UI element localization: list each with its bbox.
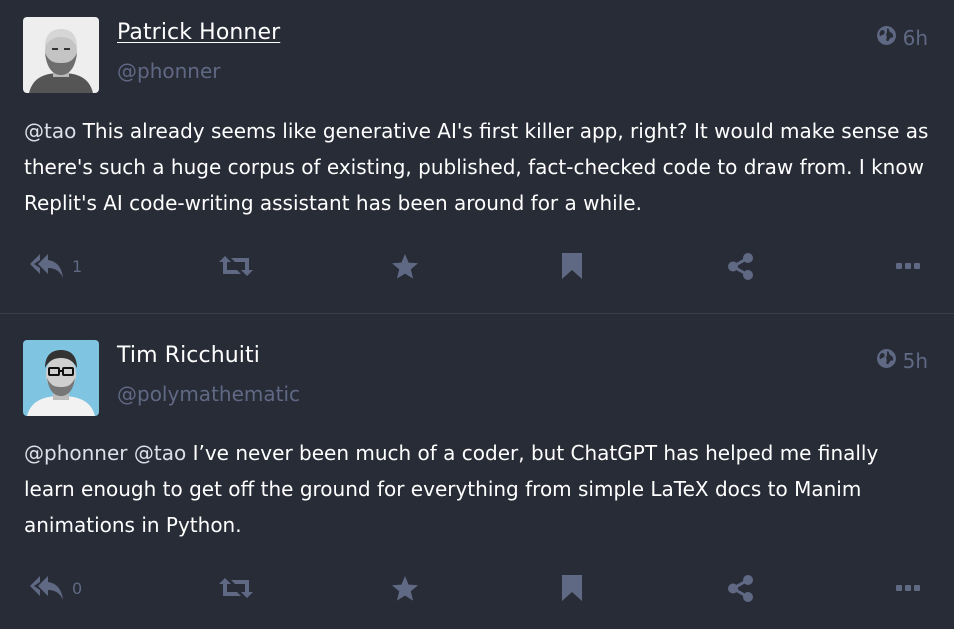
ellipsis-icon	[896, 262, 920, 270]
display-name[interactable]: Tim Ricchuiti	[117, 343, 260, 368]
account-handle[interactable]: @polymathematic	[117, 382, 300, 406]
relative-time: 6h	[902, 26, 928, 50]
avatar-photo-icon	[23, 340, 99, 416]
avatar[interactable]	[23, 340, 99, 416]
display-name[interactable]: Patrick Honner	[117, 20, 280, 45]
status-meta[interactable]: 6h	[876, 25, 928, 51]
status-post: Patrick Honner @phonner 6h @tao This alr…	[0, 0, 954, 314]
bookmark-icon	[561, 574, 583, 602]
reply-all-icon	[30, 252, 64, 280]
reply-count: 0	[72, 578, 83, 598]
bookmark-button[interactable]	[561, 247, 583, 285]
boost-button[interactable]	[219, 247, 253, 285]
avatar-photo-icon	[23, 17, 99, 93]
status-meta[interactable]: 5h	[876, 348, 928, 374]
boost-icon	[219, 254, 253, 278]
star-icon	[391, 575, 419, 602]
share-button[interactable]	[727, 569, 754, 607]
share-icon	[727, 574, 754, 602]
share-button[interactable]	[727, 247, 754, 285]
favourite-button[interactable]	[391, 569, 419, 607]
more-options-button[interactable]	[896, 247, 920, 285]
mention-link[interactable]: @tao	[134, 441, 186, 465]
favourite-button[interactable]	[391, 247, 419, 285]
reply-all-icon	[30, 574, 64, 602]
status-text: This already seems like generative AI's …	[24, 119, 929, 215]
account-handle[interactable]: @phonner	[117, 59, 221, 83]
bookmark-icon	[561, 252, 583, 280]
ellipsis-icon	[896, 584, 920, 592]
reply-count: 1	[72, 256, 83, 276]
more-options-button[interactable]	[896, 569, 920, 607]
boost-icon	[219, 576, 253, 600]
globe-icon	[876, 348, 897, 374]
star-icon	[391, 253, 419, 280]
action-bar: 1	[0, 247, 954, 285]
status-post: Tim Ricchuiti @polymathematic 5h @phonne…	[0, 314, 954, 629]
boost-button[interactable]	[219, 569, 253, 607]
bookmark-button[interactable]	[561, 569, 583, 607]
mention-link[interactable]: @tao	[24, 119, 76, 143]
globe-icon	[876, 25, 897, 51]
avatar[interactable]	[23, 17, 99, 93]
reply-button[interactable]: 1	[30, 247, 82, 285]
status-content: @tao This already seems like generative …	[24, 113, 930, 221]
share-icon	[727, 252, 754, 280]
status-content: @phonner @tao I’ve never been much of a …	[24, 435, 930, 543]
reply-button[interactable]: 0	[30, 569, 82, 607]
relative-time: 5h	[902, 349, 928, 373]
action-bar: 0	[0, 569, 954, 607]
mention-link[interactable]: @phonner	[24, 441, 128, 465]
